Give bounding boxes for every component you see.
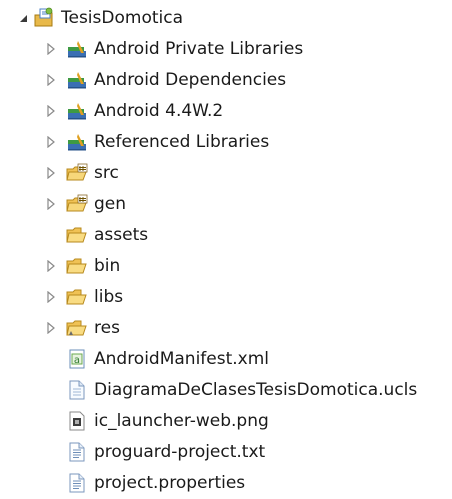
library-container-icon xyxy=(66,100,88,122)
collapsed-arrow-icon[interactable] xyxy=(44,290,58,304)
tree-item-referenced-libraries[interactable]: Referenced Libraries xyxy=(44,127,269,157)
tree-item-src[interactable]: src xyxy=(44,158,119,188)
tree-item-label: project.properties xyxy=(94,473,246,493)
tree-item-android-private-libraries[interactable]: Android Private Libraries xyxy=(44,34,303,64)
tree-item-android-sdk[interactable]: Android 4.4W.2 xyxy=(44,96,223,126)
tree-item-label: Android Private Libraries xyxy=(94,39,304,59)
tree-item-label: proguard-project.txt xyxy=(94,442,266,462)
tree-item-label: res xyxy=(94,318,120,338)
folder-icon xyxy=(66,255,88,277)
tree-item-label: ic_launcher-web.png xyxy=(94,411,269,431)
collapsed-arrow-icon[interactable] xyxy=(44,321,58,335)
tree-item-libs[interactable]: libs xyxy=(44,282,123,312)
svg-text:a: a xyxy=(74,355,80,366)
tree-item-bin[interactable]: bin xyxy=(44,251,120,281)
tree-item-label: assets xyxy=(94,225,149,245)
tree-item-proguard[interactable]: proguard-project.txt xyxy=(44,437,265,467)
tree-item-android-manifest[interactable]: a AndroidManifest.xml xyxy=(44,344,269,374)
android-manifest-icon: a xyxy=(66,348,88,370)
tree-item-label: Referenced Libraries xyxy=(94,132,270,152)
tree-item-label: gen xyxy=(94,194,127,214)
tree-item-assets[interactable]: assets xyxy=(44,220,148,250)
library-container-icon xyxy=(66,131,88,153)
collapsed-arrow-icon[interactable] xyxy=(44,259,58,273)
tree-item-gen[interactable]: gen xyxy=(44,189,126,219)
tree-item-diagram-file[interactable]: DiagramaDeClasesTesisDomotica.ucls xyxy=(44,375,417,405)
tree-item-res[interactable]: res xyxy=(44,313,120,343)
tree-item-label: Android 4.4W.2 xyxy=(94,101,224,121)
collapsed-arrow-icon[interactable] xyxy=(44,104,58,118)
tree-item-label: bin xyxy=(94,256,121,276)
tree-item-android-dependencies[interactable]: Android Dependencies xyxy=(44,65,286,95)
text-file-icon xyxy=(66,441,88,463)
text-file-icon xyxy=(66,472,88,494)
source-folder-icon xyxy=(66,193,88,215)
tree-item-project[interactable]: TesisDomotica xyxy=(16,3,183,33)
collapsed-arrow-icon[interactable] xyxy=(44,197,58,211)
folder-icon xyxy=(66,286,88,308)
resource-folder-icon xyxy=(66,317,88,339)
expanded-arrow-icon[interactable] xyxy=(16,11,30,25)
collapsed-arrow-icon[interactable] xyxy=(44,42,58,56)
collapsed-arrow-icon[interactable] xyxy=(44,73,58,87)
source-folder-icon xyxy=(66,162,88,184)
library-container-icon xyxy=(66,69,88,91)
project-label: TesisDomotica xyxy=(61,8,183,28)
tree-item-launcher-image[interactable]: ic_launcher-web.png xyxy=(44,406,269,436)
tree-item-label: src xyxy=(94,163,119,183)
android-project-icon xyxy=(33,7,55,29)
tree-item-label: libs xyxy=(94,287,124,307)
file-icon xyxy=(66,379,88,401)
collapsed-arrow-icon[interactable] xyxy=(44,135,58,149)
tree-item-project-properties[interactable]: project.properties xyxy=(44,468,245,498)
library-container-icon xyxy=(66,38,88,60)
image-file-icon xyxy=(66,410,88,432)
package-explorer-tree: TesisDomotica Android Private Libraries xyxy=(0,0,452,499)
tree-item-label: DiagramaDeClasesTesisDomotica.ucls xyxy=(94,380,418,400)
tree-item-label: AndroidManifest.xml xyxy=(94,349,270,369)
tree-item-label: Android Dependencies xyxy=(94,70,287,90)
collapsed-arrow-icon[interactable] xyxy=(44,166,58,180)
folder-icon xyxy=(66,224,88,246)
